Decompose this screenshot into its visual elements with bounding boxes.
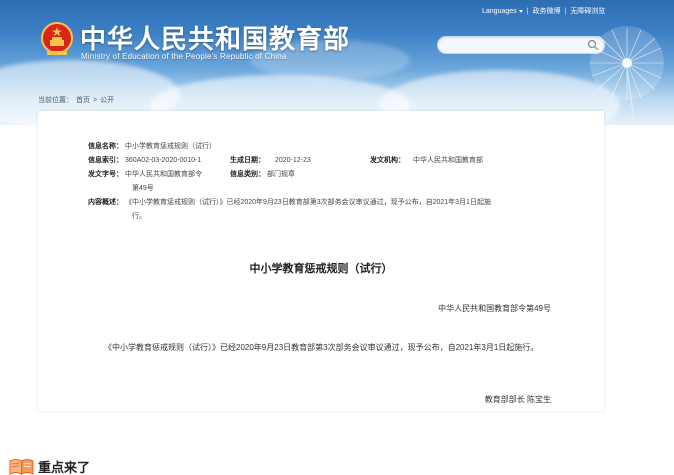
breadcrumb-separator: > xyxy=(93,97,98,104)
languages-dropdown[interactable]: Languages xyxy=(482,8,523,15)
meta-value: 中华人民共和国教育部令 xyxy=(124,171,202,178)
meta-row-summary-cont: 行。 xyxy=(132,211,146,221)
meta-row-docno: 发文字号： 中华人民共和国教育部令 xyxy=(88,169,202,179)
meta-value: 2020-12-23 xyxy=(274,157,311,164)
languages-label: Languages xyxy=(482,7,517,15)
breadcrumb-home-link[interactable]: 首页 xyxy=(76,97,90,104)
meta-label: 信息名称： xyxy=(88,143,123,150)
order-number: 中华人民共和国教育部令第49号 xyxy=(438,304,551,313)
meta-value: 中华人民共和国教育部 xyxy=(412,157,483,164)
meta-row-docno-cont: 第49号 xyxy=(132,183,154,193)
meta-label: 信息索引： xyxy=(88,157,123,164)
meta-value: 360A02-03-2020-0010-1 xyxy=(124,157,202,164)
book-icon xyxy=(9,459,34,475)
document-card: 信息名称： 中小学教育惩戒规则（试行） 信息索引： 360A02-03-2020… xyxy=(38,111,604,411)
meta-row-name: 信息名称： 中小学教育惩戒规则（试行） xyxy=(88,141,216,151)
meta-label: 发文字号： xyxy=(88,171,123,178)
meta-value: 部门规章 xyxy=(266,171,295,178)
search-input[interactable] xyxy=(446,38,585,54)
weibo-link[interactable]: 政务微博 xyxy=(532,6,560,16)
highlight-text: 重点来了 xyxy=(38,460,91,475)
meta-row-summary: 内容概述： 《中小学教育惩戒规则（试行）》已经2020年9月23日教育部第3次部… xyxy=(88,197,491,207)
top-links: Languages | 政务微博 | 无障碍浏览 xyxy=(482,6,606,16)
meta-value: 中小学教育惩戒规则（试行） xyxy=(124,143,216,150)
breadcrumb-prefix: 当前位置： xyxy=(38,97,73,104)
highlight-heading: 重点来了 xyxy=(9,457,90,475)
site-header: 中华人民共和国教育部 Ministry of Education of the … xyxy=(0,0,674,125)
meta-label: 内容概述： xyxy=(88,199,123,206)
breadcrumb: 当前位置： 首页 > 公开 xyxy=(38,95,117,105)
site-title[interactable]: 中华人民共和国教育部 xyxy=(80,19,350,56)
meta-row-date: 生成日期： 2020-12-23 xyxy=(230,155,311,165)
meta-label: 信息类别： xyxy=(230,171,265,178)
site-subtitle: Ministry of Education of the People's Re… xyxy=(81,52,287,61)
breadcrumb-public-link[interactable]: 公开 xyxy=(100,97,114,104)
meta-row-issuer: 发文机构： 中华人民共和国教育部 xyxy=(370,155,483,165)
document-signer: 教育部部长 陈宝生 xyxy=(484,395,551,404)
meta-value: 《中小学教育惩戒规则（试行）》已经2020年9月23日教育部第3次部务会议审议通… xyxy=(124,199,491,206)
document-title: 中小学教育惩戒规则（试行） xyxy=(249,263,393,275)
page: 中华人民共和国教育部 Ministry of Education of the … xyxy=(0,0,674,475)
meta-row-index: 信息索引： 360A02-03-2020-0010-1 xyxy=(88,155,201,165)
meta-value: 行。 xyxy=(132,213,146,220)
meta-label: 发文机构： xyxy=(370,157,405,164)
dandelion-decoration xyxy=(590,26,664,125)
accessibility-link[interactable]: 无障碍浏览 xyxy=(570,6,605,16)
national-emblem-icon[interactable] xyxy=(41,21,73,57)
meta-label: 生成日期： xyxy=(230,157,265,164)
meta-value: 第49号 xyxy=(132,185,154,192)
chevron-down-icon xyxy=(518,9,523,13)
document-body: 《中小学教育惩戒规则（试行）》已经2020年9月23日教育部第3次部务会议审议通… xyxy=(104,343,539,352)
meta-row-category: 信息类别： 部门规章 xyxy=(230,169,295,179)
